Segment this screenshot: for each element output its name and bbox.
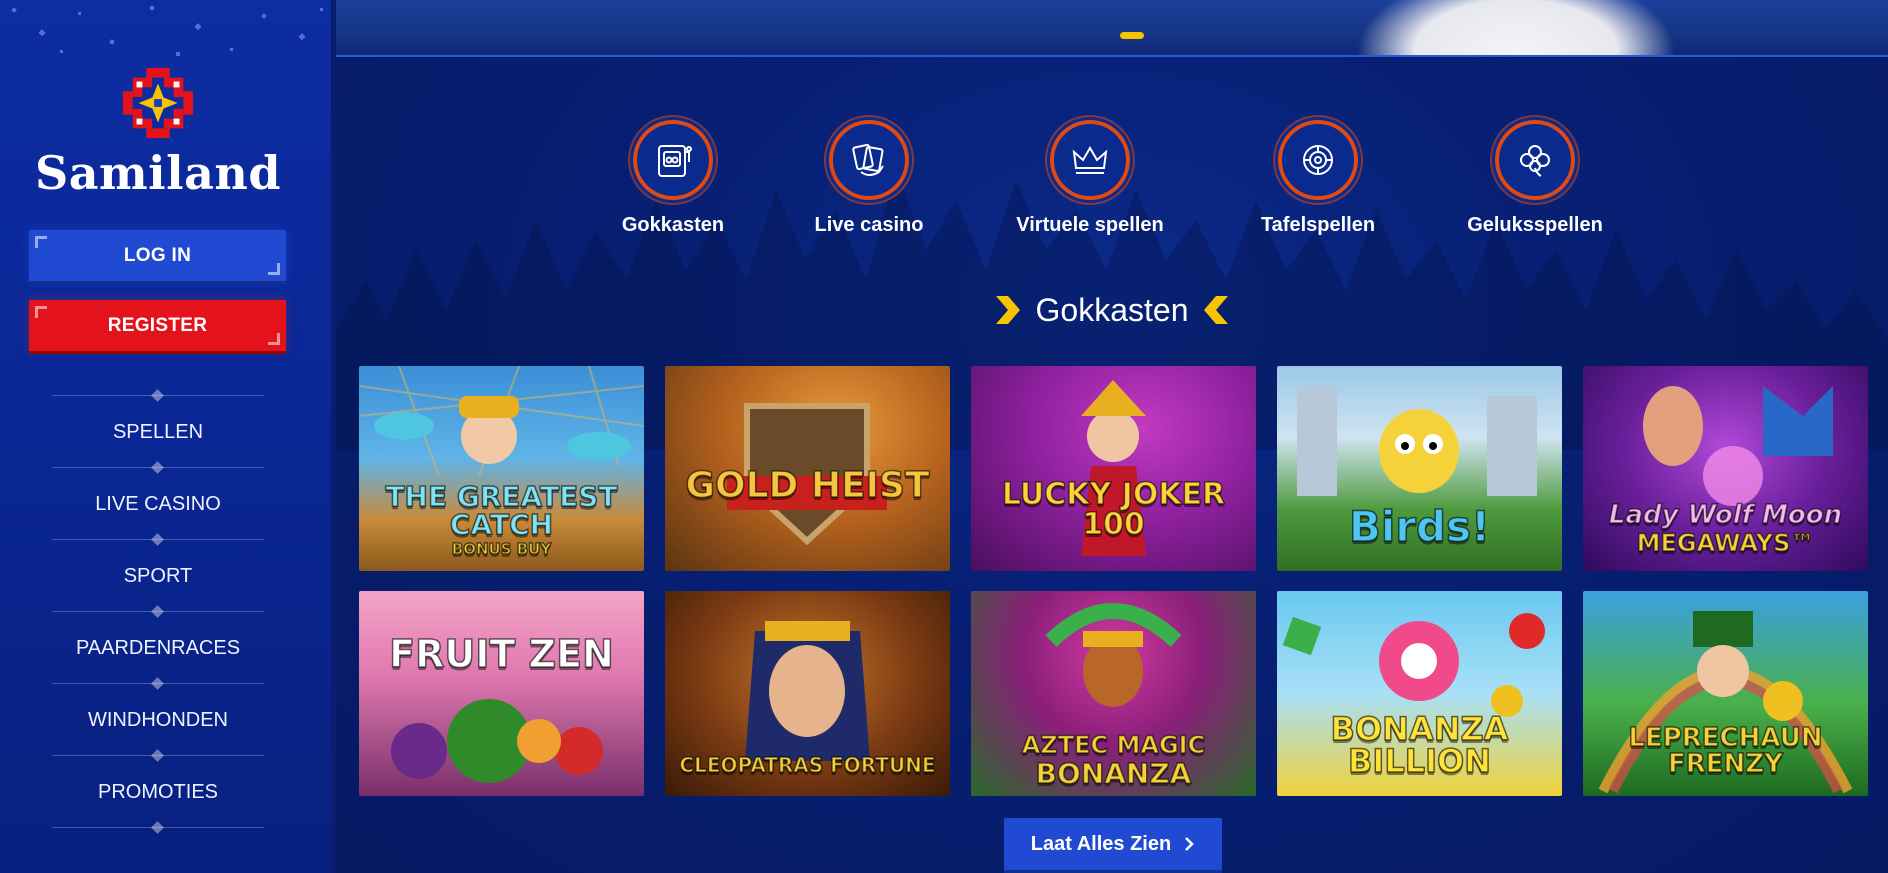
- nav-divider: [0, 746, 316, 766]
- login-button[interactable]: LOG IN: [29, 230, 286, 281]
- category-bar: Gokkasten Live casino Virtuele spellen T…: [336, 120, 1888, 240]
- category-tafelspellen[interactable]: Tafelspellen: [1238, 120, 1398, 237]
- game-title-text: CLEOPATRAS FORTUNE: [679, 753, 937, 777]
- hero-banner[interactable]: [336, 0, 1888, 57]
- hero-image: [1356, 0, 1676, 55]
- game-subtitle: BONUS BUY: [451, 540, 552, 558]
- game-title-text: LUCKY JOKER 100: [1001, 477, 1226, 542]
- roulette-chip-icon: [1278, 120, 1358, 200]
- game-title: LEPRECHAUN FRENZY: [1583, 723, 1868, 780]
- game-title: GOLD HEIST: [665, 465, 950, 507]
- nav-item-live-casino[interactable]: LIVE CASINO: [0, 478, 316, 530]
- game-title-text: AZTEC MAGIC: [1021, 731, 1206, 759]
- nav-item-label: SPORT: [123, 564, 193, 587]
- corner-decoration: [35, 236, 47, 248]
- game-grid: THE GREATEST CATCH BONUS BUY GOLD HEIST …: [359, 366, 1868, 796]
- category-geluksspellen[interactable]: Geluksspellen: [1455, 120, 1615, 237]
- brand-name[interactable]: Samiland: [0, 146, 316, 200]
- cards-hand-icon: [829, 120, 909, 200]
- nav-divider: [0, 818, 316, 838]
- game-tile[interactable]: Lady Wolf Moon MEGAWAYS™: [1583, 366, 1868, 571]
- nav-item-spellen[interactable]: SPELLEN: [0, 406, 316, 458]
- game-title-text: Birds!: [1348, 502, 1491, 551]
- see-all-label: Laat Alles Zien: [1030, 832, 1172, 855]
- game-title-text: LEPRECHAUN FRENZY: [1628, 723, 1824, 779]
- game-title-text: Lady Wolf Moon: [1608, 500, 1843, 530]
- game-tile[interactable]: LEPRECHAUN FRENZY: [1583, 591, 1868, 796]
- category-label: Gokkasten: [621, 214, 725, 236]
- samiland-logo-icon: [122, 67, 194, 139]
- game-title: CLEOPATRAS FORTUNE: [665, 753, 950, 778]
- nav-divider: [0, 602, 316, 622]
- nav-divider: [0, 530, 316, 550]
- sidebar: Samiland LOG IN REGISTER SPELLEN LIVE CA…: [0, 0, 336, 873]
- slot-machine-icon: [633, 120, 713, 200]
- game-subtitle: MEGAWAYS™: [1636, 529, 1815, 557]
- game-tile[interactable]: BONANZA BILLION: [1277, 591, 1562, 796]
- game-title: BONANZA BILLION: [1277, 710, 1562, 780]
- sidebar-nav: SPELLEN LIVE CASINO SPORT PAARDENRACES W…: [0, 386, 316, 838]
- game-tile[interactable]: LUCKY JOKER 100: [971, 366, 1256, 571]
- nav-item-windhonden[interactable]: WINDHONDEN: [0, 694, 316, 746]
- crown-icon: [1050, 120, 1130, 200]
- game-title-text: BONANZA BILLION: [1330, 710, 1509, 780]
- fruit-art: [391, 699, 603, 783]
- nav-divider: [0, 458, 316, 478]
- clover-icon: [1495, 120, 1575, 200]
- see-all-button[interactable]: Laat Alles Zien: [1004, 818, 1222, 870]
- register-button-label: REGISTER: [107, 314, 208, 336]
- login-button-label: LOG IN: [123, 244, 192, 266]
- game-title-text: THE GREATEST CATCH: [385, 480, 619, 541]
- section-heading: Gokkasten: [336, 290, 1888, 330]
- game-title: Lady Wolf Moon MEGAWAYS™: [1583, 500, 1868, 557]
- nav-item-label: PAARDENRACES: [75, 636, 241, 659]
- category-live-casino[interactable]: Live casino: [789, 120, 949, 237]
- nav-item-label: PROMOTIES: [97, 780, 218, 803]
- category-gokkasten[interactable]: Gokkasten: [593, 120, 753, 237]
- nav-item-paardenraces[interactable]: PAARDENRACES: [0, 622, 316, 674]
- main-content: Gokkasten Live casino Virtuele spellen T…: [336, 0, 1888, 873]
- nav-divider: [0, 386, 316, 406]
- game-title-text: FRUIT ZEN: [388, 632, 614, 676]
- game-tile[interactable]: AZTEC MAGIC BONANZA: [971, 591, 1256, 796]
- game-title: Birds!: [1277, 505, 1562, 551]
- game-title: AZTEC MAGIC BONANZA: [971, 731, 1256, 790]
- confetti-decoration: [11, 6, 323, 56]
- corner-decoration: [268, 333, 280, 345]
- game-tile[interactable]: CLEOPATRAS FORTUNE: [665, 591, 950, 796]
- game-tile[interactable]: THE GREATEST CATCH BONUS BUY: [359, 366, 644, 571]
- nav-item-label: WINDHONDEN: [88, 708, 228, 731]
- category-label: Virtuele spellen: [1016, 214, 1164, 236]
- nav-item-promoties[interactable]: PROMOTIES: [0, 766, 316, 818]
- game-tile[interactable]: GOLD HEIST: [665, 366, 950, 571]
- game-title: FRUIT ZEN: [359, 632, 644, 676]
- category-label: Geluksspellen: [1467, 214, 1603, 236]
- corner-decoration: [35, 306, 47, 318]
- register-button[interactable]: REGISTER: [29, 300, 286, 351]
- game-tile[interactable]: FRUIT ZEN: [359, 591, 644, 796]
- game-title: LUCKY JOKER 100: [971, 477, 1256, 543]
- section-title: Gokkasten: [1035, 291, 1189, 328]
- chevron-left-icon: [1204, 296, 1229, 324]
- carousel-indicator[interactable]: [1120, 32, 1144, 39]
- game-subtitle: BONANZA: [1035, 757, 1192, 790]
- corner-decoration: [268, 263, 280, 275]
- nav-divider: [0, 674, 316, 694]
- game-tile[interactable]: Birds!: [1277, 366, 1562, 571]
- nav-item-label: SPELLEN: [112, 420, 204, 443]
- nav-item-label: LIVE CASINO: [95, 492, 221, 515]
- category-virtuele-spellen[interactable]: Virtuele spellen: [1010, 120, 1170, 237]
- category-label: Tafelspellen: [1260, 214, 1376, 236]
- category-label: Live casino: [814, 214, 924, 236]
- game-title-text: GOLD HEIST: [685, 465, 931, 506]
- chevron-right-icon: [1185, 837, 1194, 851]
- chevron-right-icon: [995, 296, 1020, 324]
- game-title: THE GREATEST CATCH BONUS BUY: [359, 480, 644, 558]
- nav-item-sport[interactable]: SPORT: [0, 550, 316, 602]
